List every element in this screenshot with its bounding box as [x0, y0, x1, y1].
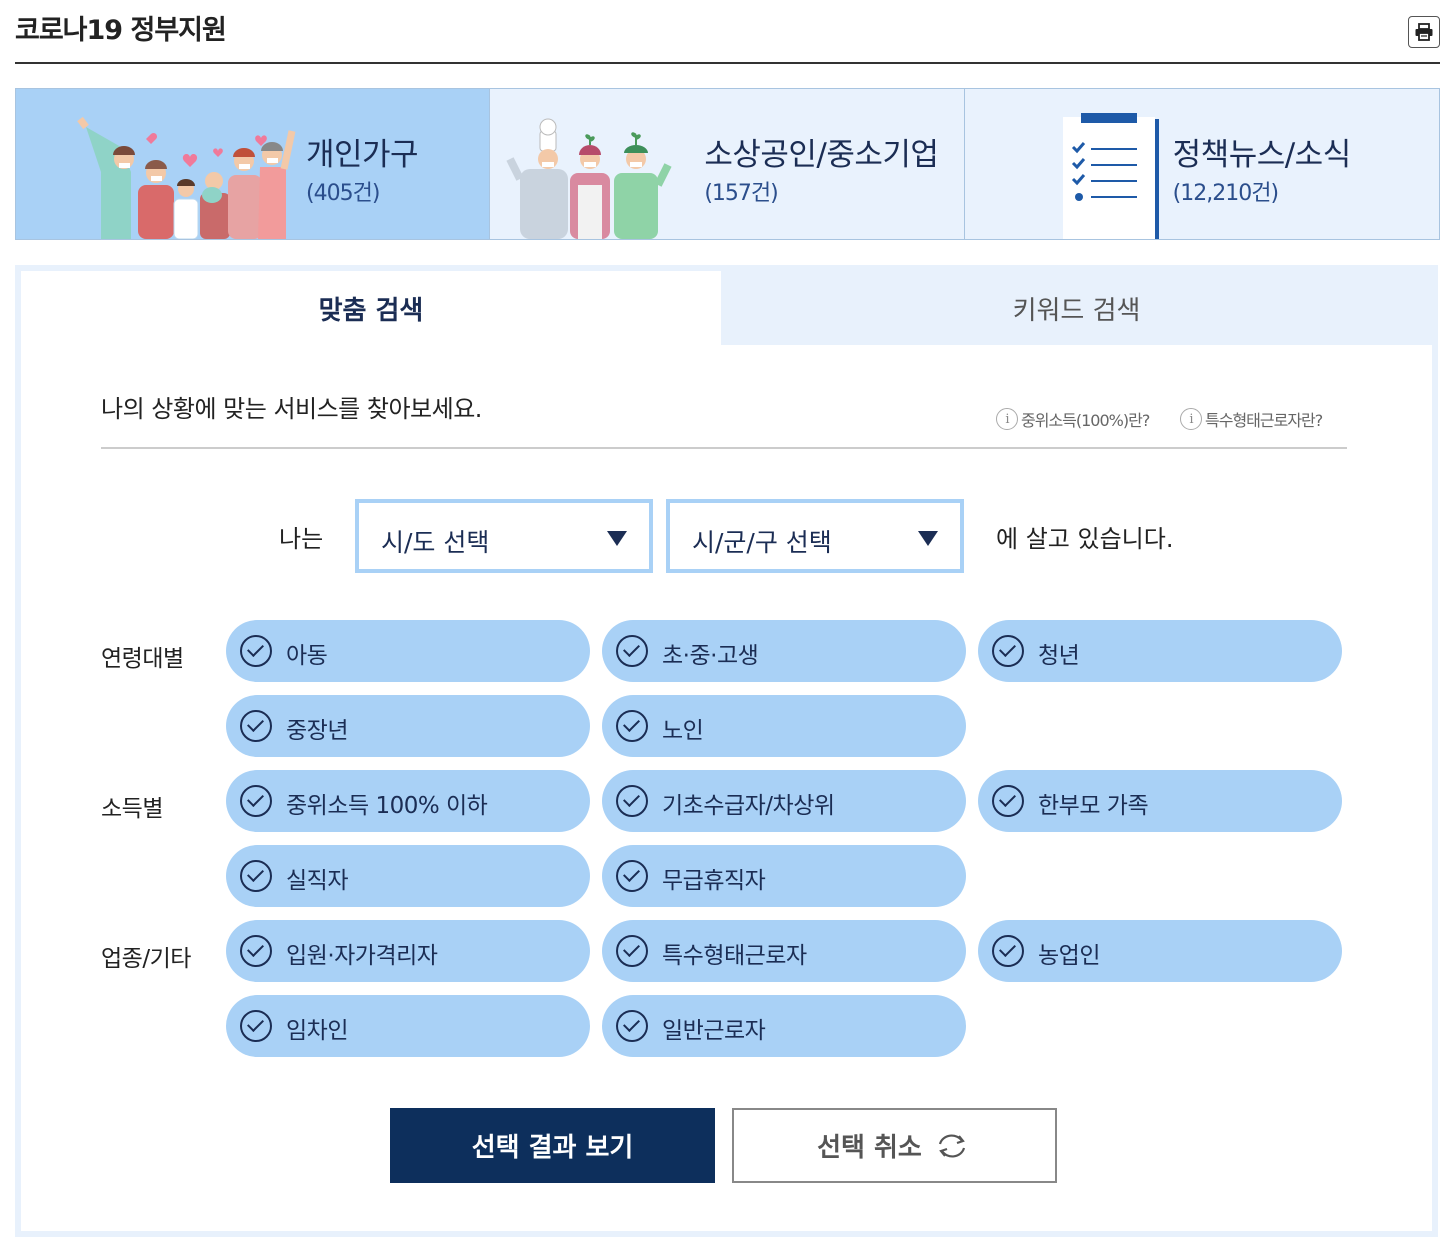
chip-label: 중위소득 100% 이하 — [286, 793, 488, 819]
view-results-label: 선택 결과 보기 — [471, 1133, 634, 1163]
chip-label: 중장년 — [286, 718, 348, 744]
filter-chip[interactable]: 청년 — [978, 620, 1342, 682]
category-count: (157건) — [704, 181, 778, 206]
category-policy-news[interactable]: 정책뉴스/소식 (12,210건) — [964, 89, 1439, 239]
check-circle-icon — [616, 785, 648, 817]
province-select-value: 시/도 선택 — [381, 528, 490, 557]
check-circle-icon — [992, 635, 1024, 667]
help-link-label: 특수형태근로자란? — [1205, 411, 1323, 430]
divider — [101, 447, 1347, 449]
filter-chip[interactable]: 기초수급자/차상위 — [602, 770, 966, 832]
check-circle-icon — [240, 1010, 272, 1042]
check-circle-icon — [992, 785, 1024, 817]
filter-chip[interactable]: 농업인 — [978, 920, 1342, 982]
search-panel: 맞춤 검색 키워드 검색 나의 상황에 맞는 서비스를 찾아보세요. i 중위소… — [15, 265, 1438, 1237]
category-bar: 개인가구 (405건) 소상공인/중소기업 (157건) 정책뉴스/소식 (12… — [15, 88, 1440, 240]
chip-label: 농업인 — [1038, 943, 1100, 969]
check-circle-icon — [240, 635, 272, 667]
filter-chip[interactable]: 특수형태근로자 — [602, 920, 966, 982]
tab-custom-search[interactable]: 맞춤 검색 — [21, 271, 721, 345]
family-illustration — [77, 116, 296, 239]
check-circle-icon — [240, 785, 272, 817]
district-select-value: 시/군/구 선택 — [692, 528, 832, 557]
check-circle-icon — [240, 860, 272, 892]
check-circle-icon — [616, 1010, 648, 1042]
group-label-age: 연령대별 — [101, 646, 184, 672]
view-results-button[interactable]: 선택 결과 보기 — [390, 1108, 715, 1183]
group-label-industry: 업종/기타 — [101, 946, 191, 972]
check-circle-icon — [616, 710, 648, 742]
filter-chip[interactable]: 노인 — [602, 695, 966, 757]
filter-chip[interactable]: 입원·자가격리자 — [226, 920, 590, 982]
page-header: 코로나19 정부지원 — [15, 0, 1440, 64]
filter-chip[interactable]: 한부모 가족 — [978, 770, 1342, 832]
category-label: 정책뉴스/소식 — [1172, 137, 1352, 173]
chip-label: 무급휴직자 — [662, 868, 766, 894]
chevron-down-icon — [607, 531, 627, 546]
chip-label: 초·중·고생 — [662, 643, 759, 669]
chip-label: 실직자 — [286, 868, 348, 894]
category-label: 소상공인/중소기업 — [704, 137, 939, 173]
filter-chip[interactable]: 일반근로자 — [602, 995, 966, 1057]
chevron-down-icon — [918, 531, 938, 546]
check-circle-icon — [240, 710, 272, 742]
filter-chip[interactable]: 중위소득 100% 이하 — [226, 770, 590, 832]
check-circle-icon — [992, 935, 1024, 967]
filter-chip[interactable]: 무급휴직자 — [602, 845, 966, 907]
category-small-business[interactable]: 소상공인/중소기업 (157건) — [490, 89, 965, 239]
check-circle-icon — [616, 635, 648, 667]
print-button[interactable] — [1408, 16, 1440, 48]
filter-chip[interactable]: 중장년 — [226, 695, 590, 757]
residence-prefix: 나는 — [279, 525, 324, 553]
help-link-special-worker[interactable]: i 특수형태근로자란? — [1180, 407, 1323, 431]
info-icon: i — [1180, 408, 1202, 430]
category-count: (405건) — [306, 181, 380, 206]
chip-label: 임차인 — [286, 1018, 348, 1044]
residence-suffix: 에 살고 있습니다. — [996, 525, 1174, 553]
refresh-icon — [938, 1134, 965, 1157]
filter-chip[interactable]: 실직자 — [226, 845, 590, 907]
province-select[interactable]: 시/도 선택 — [355, 499, 653, 573]
shopkeepers-illustration — [506, 118, 672, 239]
search-intro: 나의 상황에 맞는 서비스를 찾아보세요. — [101, 395, 482, 423]
chip-label: 아동 — [286, 643, 328, 669]
filter-chip[interactable]: 초·중·고생 — [602, 620, 966, 682]
district-select[interactable]: 시/군/구 선택 — [666, 499, 964, 573]
chip-label: 노인 — [662, 718, 704, 744]
checklist-illustration — [1062, 113, 1159, 239]
page-title: 코로나19 정부지원 — [15, 15, 227, 46]
chip-label: 기초수급자/차상위 — [662, 793, 835, 819]
chip-label: 한부모 가족 — [1038, 793, 1149, 819]
help-link-label: 중위소득(100%)란? — [1021, 411, 1150, 430]
chip-label: 입원·자가격리자 — [286, 943, 438, 969]
category-label: 개인가구 — [306, 137, 419, 173]
check-circle-icon — [240, 935, 272, 967]
check-circle-icon — [616, 935, 648, 967]
print-icon — [1415, 23, 1433, 41]
category-count: (12,210건) — [1172, 181, 1279, 206]
help-link-median-income[interactable]: i 중위소득(100%)란? — [996, 407, 1150, 431]
filter-chip[interactable]: 아동 — [226, 620, 590, 682]
chip-label: 일반근로자 — [662, 1018, 766, 1044]
check-circle-icon — [616, 860, 648, 892]
group-label-income: 소득별 — [101, 796, 163, 822]
tab-keyword-search[interactable]: 키워드 검색 — [721, 271, 1432, 345]
reset-selection-label: 선택 취소 — [817, 1133, 922, 1163]
chip-label: 청년 — [1038, 643, 1080, 669]
category-individual-household[interactable]: 개인가구 (405건) — [16, 89, 491, 239]
reset-selection-button[interactable]: 선택 취소 — [732, 1108, 1057, 1183]
chip-label: 특수형태근로자 — [662, 943, 807, 969]
info-icon: i — [996, 408, 1018, 430]
filter-chip[interactable]: 임차인 — [226, 995, 590, 1057]
